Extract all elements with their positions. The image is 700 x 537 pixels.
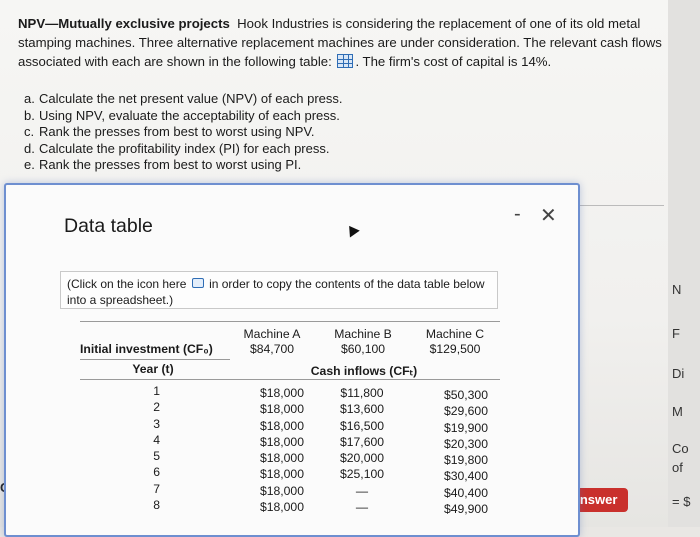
note-text: into a spreadsheet.) (67, 293, 174, 307)
table-cell: $20,000 (339, 451, 385, 466)
table-cell: $50,300 (443, 388, 488, 402)
table-cell: — (355, 483, 369, 498)
cash-inflows-header: Cash inflows (CFₜ) (310, 364, 418, 378)
table-cell: $16,500 (339, 418, 385, 433)
task-item: e. Rank the presses from best to worst us… (24, 157, 302, 172)
data-table-icon[interactable] (337, 54, 354, 68)
column-header: Machine B (334, 327, 392, 341)
machine-b-column: $11,800 $13,600 $16,500 $17,600 $20,000 … (330, 385, 394, 515)
problem-line2: stamping machines. Three alternative rep… (18, 35, 662, 50)
table-cell: $18,000 (259, 386, 304, 400)
table-cell: 7 (153, 481, 160, 496)
table-cell: 8 (153, 498, 160, 513)
edge-text: Di (672, 366, 685, 381)
column-header: Machine C (425, 327, 485, 341)
table-cell: $19,900 (443, 420, 488, 435)
table-cell: $17,600 (339, 434, 385, 449)
cursor-icon (344, 222, 360, 238)
table-cell: 4 (153, 432, 160, 447)
table-cell: $18,000 (259, 500, 304, 515)
minimize-icon[interactable]: - (514, 203, 521, 226)
table-rule (80, 359, 230, 360)
table-cell: $29,600 (443, 404, 488, 419)
year-header: Year (t) (132, 362, 174, 376)
table-cell: $18,000 (259, 402, 304, 417)
table-cell: 1 (153, 384, 160, 398)
problem-line3b: . The firm's cost of capital is 14%. (355, 54, 552, 69)
task-item: d. Calculate the profitability index (PI)… (24, 140, 330, 156)
problem-title: NPV—Mutually exclusive projects (18, 16, 230, 31)
table-cell: $20,300 (443, 436, 488, 451)
table-cell: $18,000 (259, 418, 304, 433)
edge-text: = $ (672, 494, 691, 509)
table-cell: $11,800 (340, 386, 384, 400)
table-cell: $19,800 (443, 453, 488, 468)
machine-c-column: $50,300 $29,600 $19,900 $20,300 $19,800 … (424, 387, 488, 517)
edge-text: of (672, 460, 683, 475)
table-rule (80, 379, 500, 380)
problem-line1: Hook Industries is considering the repla… (237, 16, 641, 31)
table-cell: $18,000 (259, 451, 304, 466)
table-cell: $18,000 (259, 483, 304, 498)
table-cell: $18,000 (259, 434, 304, 449)
table-cell: 5 (153, 449, 160, 464)
note-text: in order to copy the contents of the dat… (209, 277, 485, 291)
table-cell: $60,100 (340, 342, 386, 356)
task-item: a. Calculate the net present value (NPV) … (24, 91, 343, 106)
task-item: b. Using NPV, evaluate the acceptability … (24, 107, 340, 123)
edge-text: F (672, 326, 680, 341)
divider (576, 205, 664, 206)
table-rule (80, 321, 500, 322)
copy-icon[interactable] (191, 278, 204, 288)
edge-text: M (672, 404, 683, 419)
table-cell: 2 (153, 400, 160, 415)
edge-text: N (672, 282, 682, 297)
table-cell: 6 (153, 465, 160, 480)
table-cell: $30,400 (443, 469, 488, 484)
data-table-modal: Data table - ✕ (Click on the icon here i… (4, 183, 580, 537)
column-header: Machine A (243, 327, 301, 341)
table-cell: 3 (153, 416, 160, 431)
close-icon[interactable]: ✕ (540, 203, 557, 228)
problem-line3a: associated with each are shown in the fo… (18, 54, 332, 69)
table-cell: $25,100 (339, 467, 385, 482)
machine-a-column: $18,000 $18,000 $18,000 $18,000 $18,000 … (240, 385, 304, 515)
table-cell: $40,400 (443, 485, 488, 500)
problem-statement: NPV—Mutually exclusive projects Hook Ind… (18, 14, 668, 71)
table-cell: $84,700 (249, 342, 295, 356)
modal-title: Data table (64, 215, 153, 237)
note-text: (Click on the icon here (67, 277, 187, 291)
year-column: 1 2 3 4 5 6 7 8 (140, 383, 160, 513)
table-cell: $129,500 (429, 342, 481, 356)
row-label: Initial investment (CF₀) (80, 342, 213, 356)
task-list: a. Calculate the net present value (NPV) … (24, 91, 343, 174)
table-cell: $49,900 (443, 502, 488, 517)
edge-text: Co (672, 441, 689, 456)
table-cell: $13,600 (339, 402, 385, 417)
table-cell: $18,000 (259, 467, 304, 482)
copy-note: (Click on the icon here in order to copy… (60, 271, 498, 309)
table-cell: — (355, 500, 369, 515)
task-item: c. Rank the presses from best to worst us… (24, 124, 315, 139)
